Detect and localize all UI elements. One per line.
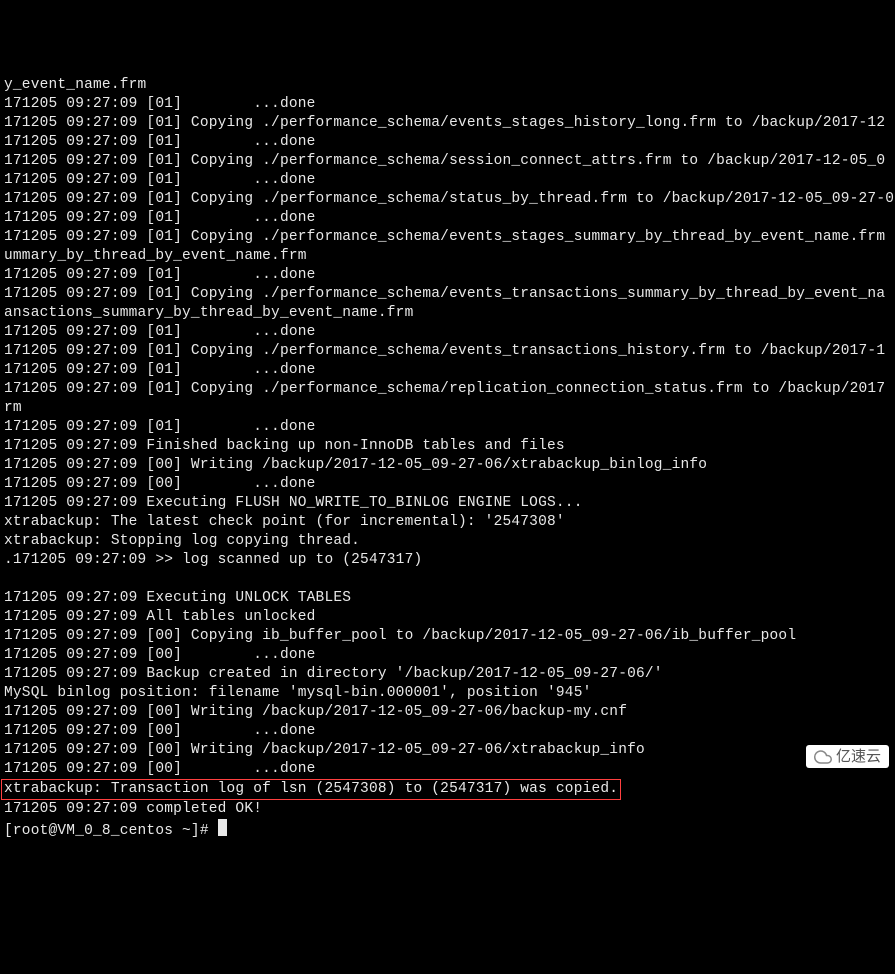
terminal-line: 171205 09:27:09 [01] ...done bbox=[4, 171, 891, 190]
terminal-line: 171205 09:27:09 [01] ...done bbox=[4, 133, 891, 152]
terminal-line: 171205 09:27:09 Backup created in direct… bbox=[4, 665, 891, 684]
terminal-line: 171205 09:27:09 All tables unlocked bbox=[4, 608, 891, 627]
terminal-line: 171205 09:27:09 [00] ...done bbox=[4, 475, 891, 494]
terminal-line: 171205 09:27:09 [01] ...done bbox=[4, 209, 891, 228]
terminal-line: 171205 09:27:09 [01] ...done bbox=[4, 361, 891, 380]
terminal-line: 171205 09:27:09 [01] Copying ./performan… bbox=[4, 228, 891, 247]
terminal-line: 171205 09:27:09 [01] ...done bbox=[4, 323, 891, 342]
terminal-line: MySQL binlog position: filename 'mysql-b… bbox=[4, 684, 891, 703]
watermark-logo: 亿速云 bbox=[806, 745, 889, 768]
terminal-line: 171205 09:27:09 Finished backing up non-… bbox=[4, 437, 891, 456]
terminal-line: xtrabackup: Stopping log copying thread. bbox=[4, 532, 891, 551]
terminal-line: 171205 09:27:09 [01] Copying ./performan… bbox=[4, 152, 891, 171]
cursor-icon bbox=[218, 819, 227, 836]
terminal-line: 171205 09:27:09 [01] ...done bbox=[4, 266, 891, 285]
terminal-line: xtrabackup: The latest check point (for … bbox=[4, 513, 891, 532]
terminal-line-highlighted: xtrabackup: Transaction log of lsn (2547… bbox=[4, 779, 891, 800]
terminal-line: 171205 09:27:09 [01] ...done bbox=[4, 418, 891, 437]
terminal-output: y_event_name.frm171205 09:27:09 [01] ...… bbox=[4, 76, 891, 841]
terminal-line: 171205 09:27:09 [00] ...done bbox=[4, 722, 891, 741]
terminal-line: .171205 09:27:09 >> log scanned up to (2… bbox=[4, 551, 891, 570]
terminal-line: 171205 09:27:09 [00] ...done bbox=[4, 760, 891, 779]
terminal-line: 171205 09:27:09 [00] ...done bbox=[4, 646, 891, 665]
terminal-line: 171205 09:27:09 [01] ...done bbox=[4, 95, 891, 114]
terminal-line: 171205 09:27:09 [01] Copying ./performan… bbox=[4, 380, 891, 399]
terminal-line: 171205 09:27:09 Executing FLUSH NO_WRITE… bbox=[4, 494, 891, 513]
terminal-line: ansactions_summary_by_thread_by_event_na… bbox=[4, 304, 891, 323]
terminal-line-completed: 171205 09:27:09 completed OK! bbox=[4, 800, 891, 819]
terminal-line: 171205 09:27:09 [00] Writing /backup/201… bbox=[4, 456, 891, 475]
terminal-line: 171205 09:27:09 [00] Copying ib_buffer_p… bbox=[4, 627, 891, 646]
terminal-line: 171205 09:27:09 [00] Writing /backup/201… bbox=[4, 703, 891, 722]
terminal-line: 171205 09:27:09 [00] Writing /backup/201… bbox=[4, 741, 891, 760]
terminal-line: rm bbox=[4, 399, 891, 418]
prompt-text: [root@VM_0_8_centos ~]# bbox=[4, 823, 218, 839]
terminal-line: 171205 09:27:09 Executing UNLOCK TABLES bbox=[4, 589, 891, 608]
terminal-line: 171205 09:27:09 [01] Copying ./performan… bbox=[4, 190, 891, 209]
terminal-line: 171205 09:27:09 [01] Copying ./performan… bbox=[4, 342, 891, 361]
cloud-icon bbox=[814, 748, 832, 766]
terminal-line: 171205 09:27:09 [01] Copying ./performan… bbox=[4, 114, 891, 133]
terminal-line: y_event_name.frm bbox=[4, 76, 891, 95]
terminal-line: 171205 09:27:09 [01] Copying ./performan… bbox=[4, 285, 891, 304]
terminal-line bbox=[4, 570, 891, 589]
terminal-line: ummary_by_thread_by_event_name.frm bbox=[4, 247, 891, 266]
watermark-text: 亿速云 bbox=[836, 747, 881, 766]
shell-prompt[interactable]: [root@VM_0_8_centos ~]# bbox=[4, 819, 891, 841]
